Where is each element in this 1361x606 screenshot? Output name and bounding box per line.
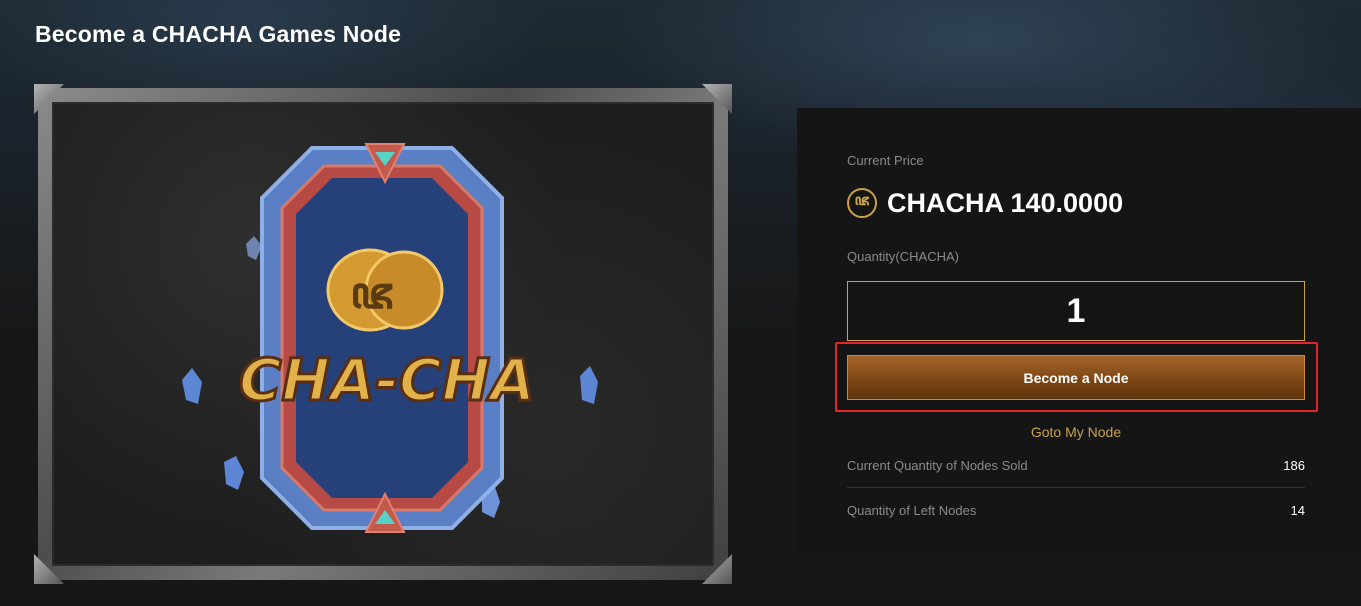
stat-row-nodes-sold: Current Quantity of Nodes Sold 186 — [847, 455, 1305, 475]
current-price-label: Current Price — [847, 153, 924, 168]
stat-value: 14 — [1290, 502, 1305, 518]
artwork-frame: ꦗ CHA-CHA — [34, 84, 732, 584]
crystal-icon — [182, 368, 202, 404]
stat-label: Current Quantity of Nodes Sold — [847, 457, 1028, 473]
stat-row-nodes-left: Quantity of Left Nodes 14 — [847, 500, 1305, 520]
chacha-card-art: ꦗ CHA-CHA — [182, 143, 598, 533]
artwork-image: ꦗ CHA-CHA — [52, 102, 714, 566]
crystal-icon — [224, 456, 244, 490]
price-value: CHACHA 140.0000 — [887, 187, 1124, 218]
stat-value: 186 — [1283, 457, 1305, 473]
become-node-button[interactable]: Become a Node — [847, 355, 1305, 400]
quantity-input[interactable] — [847, 281, 1305, 341]
logo-wordmark: CHA-CHA — [239, 346, 535, 414]
node-purchase-panel: Current Price ꦗ CHACHA 140.0000 Quantity… — [797, 108, 1361, 558]
page-title: Become a CHACHA Games Node — [35, 21, 402, 47]
crystal-icon — [580, 366, 598, 404]
stat-label: Quantity of Left Nodes — [847, 502, 977, 518]
goto-my-node-link[interactable]: Goto My Node — [847, 424, 1305, 440]
quantity-label: Quantity(CHACHA) — [847, 249, 959, 264]
price-row: ꦗ CHACHA 140.0000 — [847, 186, 1123, 220]
crystal-icon — [246, 236, 262, 260]
chacha-coin-icon: ꦗ — [847, 188, 877, 218]
logo-glyph: ꦗ — [350, 268, 394, 319]
divider — [847, 487, 1305, 488]
